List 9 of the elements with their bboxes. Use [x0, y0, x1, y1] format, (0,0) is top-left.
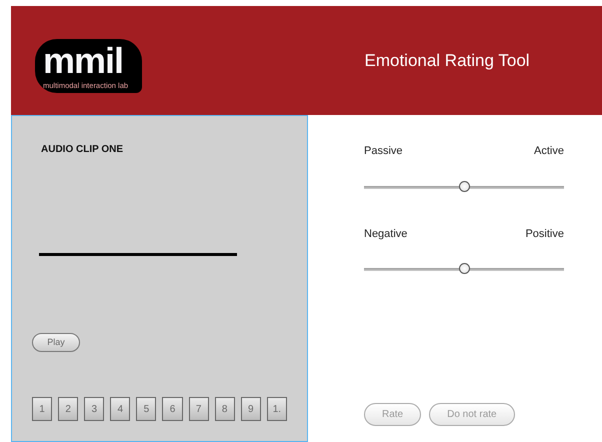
scale-right-label: Positive	[525, 226, 564, 242]
app-title: Emotional Rating Tool	[363, 50, 531, 72]
scale-left-label: Passive	[364, 144, 403, 159]
logo-text: mmil	[43, 40, 124, 80]
clip-title: AUDIO CLIP ONE	[41, 143, 124, 157]
slider-thumb[interactable]	[459, 180, 470, 192]
scale-left-label: Negative	[364, 226, 408, 242]
slider-thumb[interactable]	[459, 263, 470, 274]
scale-right-label: Active	[534, 144, 564, 159]
